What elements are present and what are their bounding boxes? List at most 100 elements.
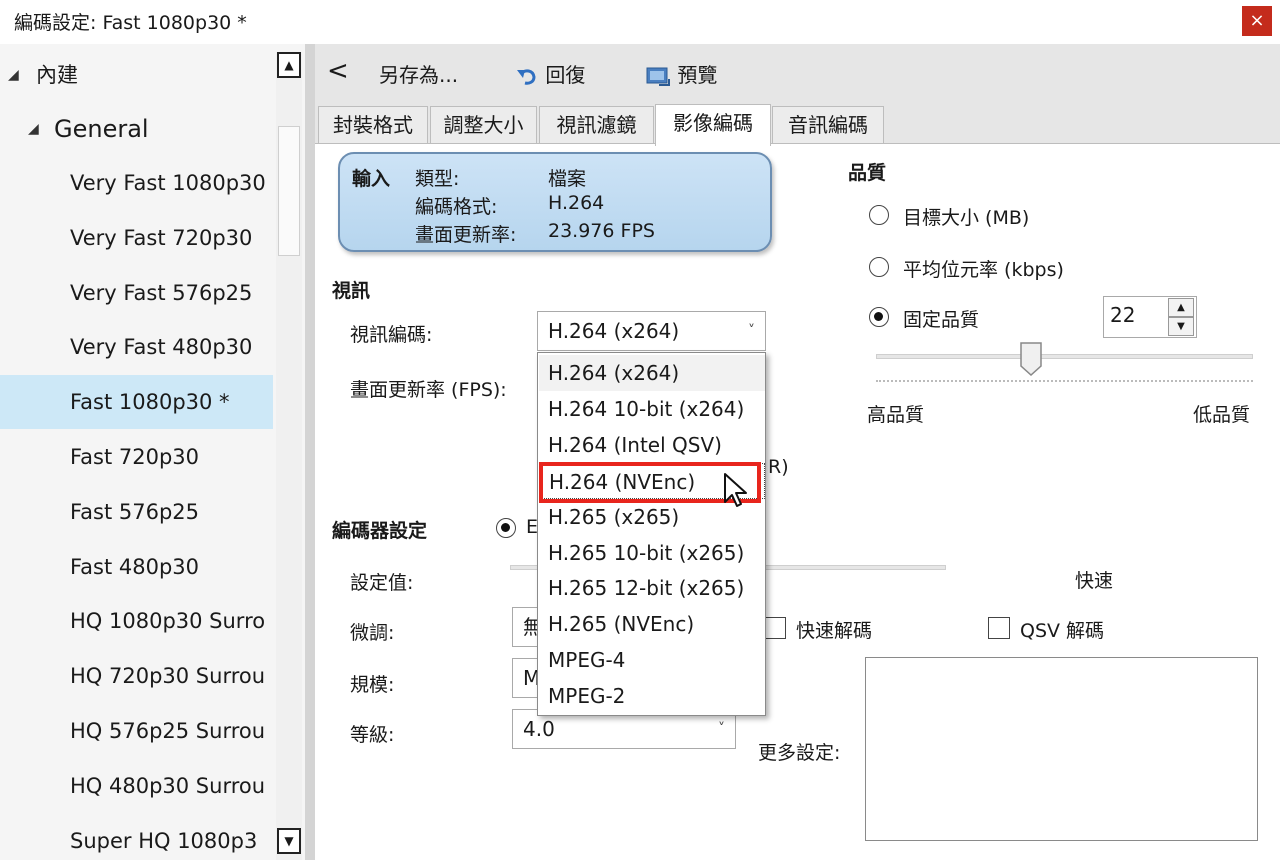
fast-decode-label: 快速解碼 [796,620,873,642]
codec-option[interactable]: H.265 10-bit (x265) [539,535,765,571]
type-value: 檔案 [548,168,587,190]
save-as-button[interactable]: 另存為... [379,60,458,90]
quality-spinner[interactable]: 22 ▲ ▼ [1103,296,1197,338]
sidebar-preset-item[interactable]: Very Fast 720p30 [0,211,273,265]
high-quality-label: 高品質 [867,404,925,426]
sidebar-preset-item[interactable]: Very Fast 576p25 [0,266,273,320]
codec-option[interactable]: H.264 (Intel QSV) [539,427,765,463]
tab-dimensions[interactable]: 調整大小 [430,106,537,144]
quality-slider-thumb[interactable] [1019,342,1042,376]
level-label: 等級: [350,724,395,746]
qsv-decode-label: QSV 解碼 [1020,620,1105,642]
cursor-icon [724,473,747,507]
close-icon[interactable]: × [1242,6,1272,36]
sidebar-preset-item[interactable]: HQ 720p30 Surrou [0,649,273,703]
scroll-up-icon[interactable]: ▲ [277,52,301,78]
codec-option[interactable]: H.265 12-bit (x265) [539,570,765,606]
collapse-triangle-icon[interactable]: ◢ [8,48,19,102]
quality-value[interactable]: 22 [1110,303,1135,327]
sidebar-preset-label: HQ 720p30 Surrou [70,664,266,689]
preset-sidebar: ◢ 內建 ◢ General Very Fast 1080p30 Very Fas… [0,44,305,860]
framerate-label: 畫面更新率 (FPS): [350,379,507,401]
revert-button[interactable]: 回復 [515,60,585,90]
collapse-triangle-icon[interactable]: ◢ [28,102,39,156]
undo-icon [517,68,536,85]
sidebar-preset-label: HQ 480p30 Surrou [70,773,266,798]
sidebar-preset-item[interactable]: Fast 720p30 [0,430,273,484]
sidebar-preset-item[interactable]: Fast 576p25 [0,485,273,539]
more-settings-textarea[interactable] [865,657,1258,841]
sidebar-preset-item[interactable]: HQ 1080p30 Surro [0,594,273,648]
quality-mode-label: 固定品質 [903,309,980,331]
codec-option[interactable]: H.264 10-bit (x264) [539,391,765,427]
codec-option[interactable]: H.265 (NVEnc) [539,606,765,642]
sidebar-preset-item[interactable]: Fast 1080p30 * [0,375,273,430]
source-info-box: 輸入 類型: 檔案 編碼格式: H.264 畫面更新率: 23.976 FPS [338,152,772,252]
video-codec-dropdown[interactable]: H.264 (x264) H.264 10-bit (x264) H.264 (In… [537,352,766,716]
input-title: 輸入 [352,168,391,190]
quality-mode-radio[interactable] [869,257,889,277]
fps-label: 畫面更新率: [415,224,517,246]
splitter[interactable] [305,44,315,860]
tree-group-general[interactable]: ◢ General [0,102,273,156]
codec-option[interactable]: MPEG-2 [539,678,765,714]
level-value: 4.0 [523,717,555,741]
encoder-preset-radio[interactable] [496,518,516,538]
scrollbar-thumb[interactable] [278,126,300,256]
encoder-section-title: 編碼器設定 [332,520,428,542]
tree-group-label: 內建 [36,63,78,87]
tab-container[interactable]: 封裝格式 [318,106,428,144]
preview-icon [646,67,670,86]
sidebar-preset-item[interactable]: Very Fast 480p30 [0,320,273,374]
sidebar-preset-label: Very Fast 1080p30 [70,171,266,195]
quality-mode-radio[interactable] [869,307,889,327]
video-codec-select[interactable]: H.264 (x264) ˅ [537,311,766,351]
tab-video[interactable]: 影像編碼 [655,104,771,146]
preview-button[interactable]: 預覽 [645,60,717,90]
tab-filters[interactable]: 視訊濾鏡 [539,106,654,144]
quality-mode-radio[interactable] [869,205,889,225]
video-codec-value: H.264 (x264) [548,319,680,343]
video-codec-label: 視訊編碼: [350,324,433,346]
codec-label: 編碼格式: [415,196,498,218]
quality-section-title: 品質 [848,162,887,184]
scroll-down-icon[interactable]: ▼ [277,828,301,854]
title-bar: 編碼設定: Fast 1080p30 * × [0,0,1280,42]
quality-slider-ticks [876,380,1253,382]
tree-group-builtin[interactable]: ◢ 內建 [0,48,273,102]
sidebar-preset-label: Very Fast 720p30 [70,225,253,250]
type-label: 類型: [415,168,460,190]
back-icon[interactable]: < [327,56,349,86]
low-quality-label: 低品質 [1193,404,1251,426]
quality-mode-label: 平均位元率 (kbps) [903,259,1064,281]
tune-label: 微調: [350,622,395,644]
cfr-partial-text: R) [768,456,789,478]
qsv-decode-checkbox[interactable] [988,617,1010,639]
sidebar-preset-item[interactable]: Super HQ 1080p3 [0,814,273,860]
sidebar-preset-item[interactable]: Fast 480p30 [0,540,273,594]
tree-group-label: General [54,115,149,143]
tab-audio[interactable]: 音訊編碼 [772,106,884,144]
sidebar-preset-label: HQ 1080p30 Surro [70,609,266,634]
profile-label: 規模: [350,674,395,696]
sidebar-preset-label: Fast 1080p30 * [70,390,230,415]
codec-option[interactable]: MPEG-4 [539,642,765,678]
revert-label: 回復 [545,63,586,87]
codec-option[interactable]: H.264 (x264) [539,355,765,391]
fps-value: 23.976 FPS [548,220,655,242]
quality-slider[interactable] [876,354,1253,359]
spin-down-icon[interactable]: ▼ [1168,317,1194,336]
sidebar-preset-label: Fast 720p30 [70,445,200,469]
sidebar-preset-label: Fast 480p30 [70,554,200,579]
quality-mode-label: 目標大小 (MB) [903,207,1030,229]
chevron-down-icon: ˅ [748,323,755,339]
sidebar-preset-item[interactable]: HQ 576p25 Surrou [0,704,273,758]
sidebar-preset-item[interactable]: HQ 480p30 Surrou [0,759,273,813]
spin-up-icon[interactable]: ▲ [1168,298,1194,317]
sidebar-preset-label: Super HQ 1080p3 [70,828,258,853]
sidebar-preset-label: HQ 576p25 Surrou [70,719,266,743]
window-title: 編碼設定: Fast 1080p30 * [14,12,247,34]
sidebar-preset-item[interactable]: Very Fast 1080p30 [0,156,273,210]
sidebar-preset-label: Very Fast 576p25 [70,280,253,305]
fast-decode-checkbox[interactable] [764,617,786,639]
